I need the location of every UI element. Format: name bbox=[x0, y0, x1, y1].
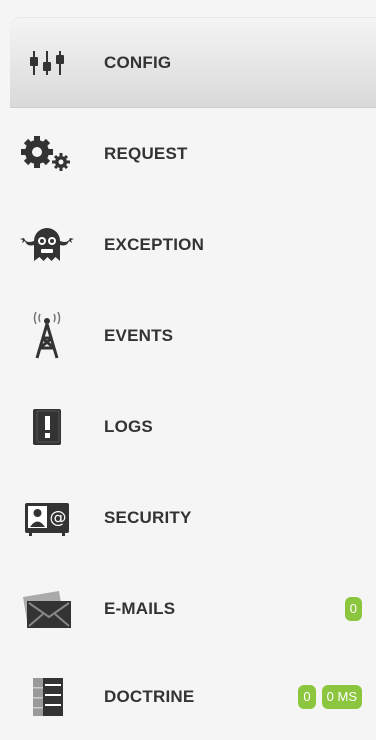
menu-label-events: EVENTS bbox=[104, 325, 174, 345]
menu-item-config[interactable]: CONFIG bbox=[10, 17, 376, 109]
menu-label-emails: E-MAILS bbox=[104, 598, 176, 618]
envelope-icon bbox=[18, 585, 76, 633]
menu-item-security[interactable]: @ SECURITY bbox=[0, 472, 376, 564]
database-server-icon bbox=[18, 673, 76, 721]
menu-item-events[interactable]: EVENTS bbox=[0, 290, 376, 382]
log-book-icon bbox=[18, 403, 76, 451]
menu-label-config: CONFIG bbox=[104, 53, 172, 72]
config-sliders-icon bbox=[18, 39, 76, 87]
menu-item-exception[interactable]: EXCEPTION bbox=[0, 199, 376, 291]
menu-label-security: SECURITY bbox=[104, 507, 192, 527]
id-card-icon: @ bbox=[18, 494, 76, 542]
menu-item-request[interactable]: REQUEST bbox=[0, 108, 376, 200]
radio-tower-icon bbox=[18, 311, 76, 360]
menu-item-doctrine[interactable]: DOCTRINE 0 0 MS bbox=[0, 654, 376, 740]
query-count-badge: 0 bbox=[298, 685, 316, 709]
menu-label-logs: LOGS bbox=[104, 416, 153, 436]
email-count-badge: 0 bbox=[344, 596, 362, 621]
svg-text:@: @ bbox=[50, 508, 67, 528]
badge-group: 0 bbox=[344, 596, 362, 621]
menu-label-exception: EXCEPTION bbox=[104, 234, 205, 254]
menu-item-emails[interactable]: E-MAILS 0 bbox=[0, 563, 376, 655]
gears-icon bbox=[18, 130, 76, 178]
menu-item-logs[interactable]: LOGS bbox=[0, 381, 376, 473]
profiler-menu: CONFIG REQUEST EXCEPTION EVENTS LOGS @ S… bbox=[0, 0, 376, 740]
menu-label-doctrine: DOCTRINE bbox=[104, 687, 195, 706]
query-time-badge: 0 MS bbox=[321, 685, 362, 709]
ghost-icon bbox=[18, 221, 76, 269]
badge-group: 0 0 MS bbox=[298, 685, 362, 709]
menu-label-request: REQUEST bbox=[104, 143, 188, 163]
